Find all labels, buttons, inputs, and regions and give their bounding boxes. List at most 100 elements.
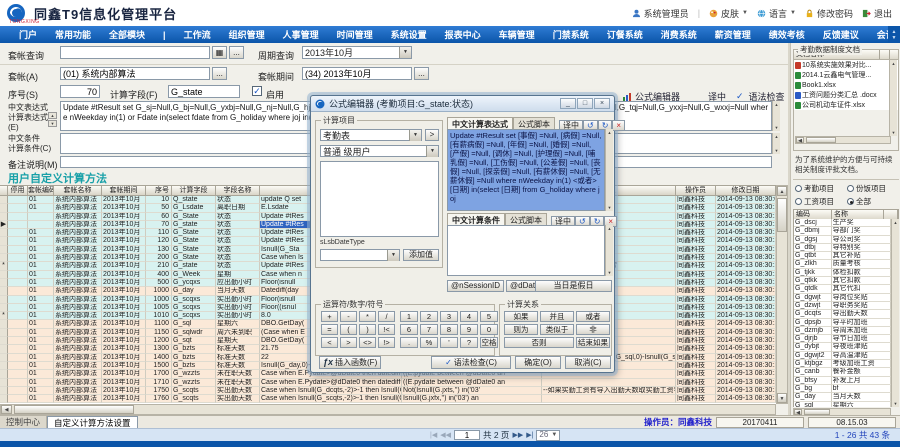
menu-item[interactable]: 全部模块 [100, 28, 154, 41]
item-row[interactable]: G_dpsjb 导平时加班 [794, 319, 891, 327]
item-row[interactable]: G_qtkk 其它扣款 [794, 277, 891, 285]
dialog-syntax-check-button[interactable]: ✓语法检查(C) [431, 356, 511, 369]
doc-horizontal-scrollbar[interactable]: ◀ [795, 136, 891, 144]
relation-button[interactable]: 非 [576, 324, 610, 335]
header-code[interactable]: 套帐编码 [28, 185, 54, 196]
doc-item[interactable]: 10系统实施效果对比... [794, 60, 898, 70]
scrollbar-thumb[interactable] [806, 137, 836, 143]
page-size-select[interactable]: 26▼ [536, 430, 560, 441]
items-vertical-scrollbar[interactable]: ▲▼ [891, 219, 899, 407]
logout-link[interactable]: 退出 [862, 7, 892, 20]
menu-item[interactable]: 订餐系统 [598, 28, 652, 41]
seq-input[interactable] [60, 85, 100, 98]
scroll-left-icon[interactable]: ◀ [1, 405, 12, 414]
header-name[interactable]: 套帐名称 [54, 185, 102, 196]
relation-button[interactable]: 则为 [504, 324, 538, 335]
keypad-button[interactable]: . [400, 337, 418, 348]
tab-control-center[interactable]: 控制中心 [0, 416, 47, 429]
header-op[interactable]: 操作员 [676, 185, 716, 196]
menu-item[interactable]: 车辆管理 [490, 28, 544, 41]
item-row[interactable]: G_sql 星期六 [794, 402, 891, 407]
keypad-button[interactable]: % [420, 337, 438, 348]
skin-menu[interactable]: 皮肤▼ [709, 7, 748, 20]
tab-custom-calc-settings[interactable]: 自定义计算方法设置 [47, 416, 138, 429]
table-row[interactable]: 01 系统内部算法 2013年10月 1760 G_scqts 实出勤天数 Ca… [0, 395, 776, 403]
prev-page-icon[interactable]: ◀◀ [440, 431, 451, 439]
item-row[interactable]: G_dzmjb 导周末加班 [794, 327, 891, 335]
expr-scrollbar[interactable]: ▲▼ [772, 101, 780, 131]
enable-checkbox[interactable]: ✓ [252, 86, 262, 96]
table-horizontal-scrollbar[interactable]: ◀ [0, 404, 776, 415]
field-listbox[interactable] [320, 161, 439, 237]
menu-item[interactable]: 门户 [10, 28, 46, 41]
chinese-expression-box[interactable]: Update #tResult set [事假] =Null, [病假] =Nu… [447, 129, 605, 211]
table-row[interactable]: 01 系统内部算法 2013年10月 1750 G_scqts 实出勤天数 Ca… [0, 387, 776, 395]
keypad-button[interactable]: !< [378, 324, 395, 335]
last-page-icon[interactable]: ▶| [526, 431, 533, 439]
doc-vertical-scrollbar[interactable]: ▲▼ [889, 60, 897, 136]
item-row[interactable]: G_dtbj 导特别奖 [794, 244, 891, 252]
account-period-lookup-button[interactable]: ... [414, 67, 429, 80]
chinese-condition-box[interactable] [447, 225, 605, 276]
keypad-button[interactable]: / [378, 311, 395, 322]
keypad-button[interactable]: > [340, 337, 357, 348]
radio-option[interactable]: 份饭项目 [847, 182, 899, 195]
scrollbar-thumb[interactable] [14, 405, 134, 414]
header-date[interactable]: 修改日期 [716, 185, 776, 196]
holiday-button[interactable]: 当日是假日 [535, 280, 612, 292]
sheet-select[interactable]: 考勤表▼ [320, 129, 422, 141]
keypad-button[interactable]: <> [359, 337, 376, 348]
item-row[interactable]: G_qtbt 其它补贴 [794, 252, 891, 260]
item-row[interactable]: G_day 当月天数 [794, 393, 891, 401]
relation-button[interactable]: 并且 [540, 311, 574, 322]
keypad-button[interactable]: 3 [440, 311, 458, 322]
header-field[interactable]: 计算字段 [172, 185, 216, 196]
keypad-button[interactable]: 空格 [480, 337, 498, 348]
add-value-button[interactable]: 添加值 [403, 249, 439, 261]
maximize-icon[interactable]: □ [577, 98, 593, 109]
item-row[interactable]: G_dgsj 导公司奖 [794, 236, 891, 244]
dialog-titlebar[interactable]: 公式编辑器 (考勤项目:G_state:状态) _ □ × [311, 96, 614, 112]
item-row[interactable]: G_dbmj 导部门奖 [794, 227, 891, 235]
menu-item[interactable]: | [154, 30, 175, 40]
radio-option[interactable]: 考勤项目 [795, 182, 847, 195]
header-period[interactable]: 套帐期间 [102, 185, 146, 196]
menu-item[interactable]: 门禁系统 [544, 28, 598, 41]
doc-item[interactable]: Book1.xlsx [794, 80, 898, 90]
doc-item[interactable]: 公司机动车证件.xlsx [794, 100, 898, 110]
radio-option[interactable]: 工资项目 [795, 195, 847, 208]
ok-button[interactable]: 确定(O) [515, 356, 561, 369]
relation-button[interactable]: 结束如果 [576, 337, 610, 348]
menu-item[interactable]: 消费系统 [652, 28, 706, 41]
menu-scroll-buttons[interactable]: ▲▼ [888, 26, 900, 43]
keypad-button[interactable]: - [340, 311, 357, 322]
menu-item[interactable]: 绩效考核 [760, 28, 814, 41]
calc-field-input[interactable] [168, 85, 240, 98]
scroll-up-icon[interactable]: ▲ [777, 186, 787, 196]
grid-lookup-button[interactable]: ▦ [212, 46, 227, 59]
account-period-input[interactable] [302, 67, 412, 80]
item-row[interactable]: G_bg bf [794, 385, 891, 393]
scroll-left-icon[interactable]: ◀ [796, 137, 804, 143]
clear-icon[interactable]: × [612, 120, 625, 131]
menu-item[interactable]: 时间管理 [328, 28, 382, 41]
menu-item[interactable]: 系统设置 [382, 28, 436, 41]
keypad-button[interactable]: * [359, 311, 376, 322]
page-number-input[interactable] [454, 430, 480, 440]
language-menu[interactable]: 语言▼ [757, 7, 796, 20]
expand-button[interactable]: > [425, 129, 439, 141]
keypad-button[interactable]: 0 [480, 324, 498, 335]
keypad-button[interactable]: !> [378, 337, 395, 348]
item-row[interactable]: G_dscj 生产奖 [794, 219, 891, 227]
keypad-button[interactable]: 7 [420, 324, 438, 335]
change-password-link[interactable]: 修改密码 [805, 7, 853, 20]
keypad-button[interactable]: ) [359, 324, 376, 335]
doc-item[interactable]: 工资问题分类汇总 .docx [794, 90, 898, 100]
item-row[interactable]: G_ktjbgz 考级加班工资 [794, 360, 891, 368]
item-row[interactable]: G_bfsy 补发上月 [794, 377, 891, 385]
keypad-button[interactable]: 5 [480, 311, 498, 322]
menu-item[interactable]: 报表中心 [436, 28, 490, 41]
keypad-button[interactable]: 8 [440, 324, 458, 335]
variable-button[interactable]: @nSessionID [447, 280, 504, 292]
keypad-button[interactable]: ( [340, 324, 357, 335]
